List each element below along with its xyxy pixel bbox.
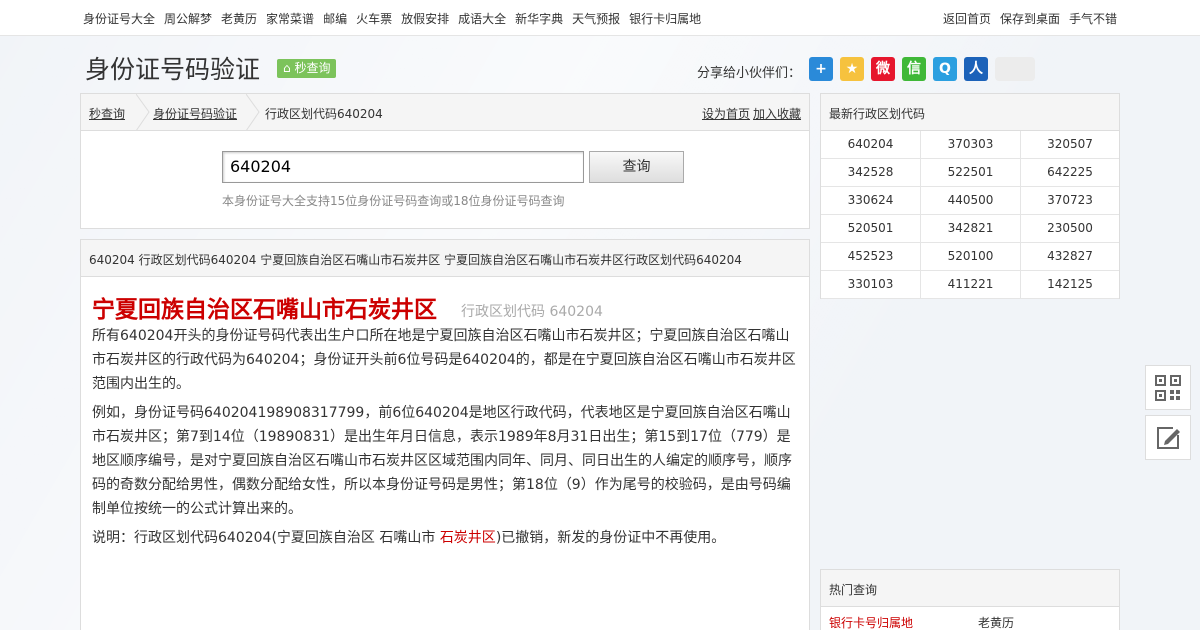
top-bar: 身份证号大全 周公解梦 老黄历 家常菜谱 邮编 火车票 放假安排 成语大全 新华字典 天气预报 银行… [0,0,1200,36]
breadcrumb-home[interactable]: 秒查询 [89,105,125,122]
breadcrumb-separator-icon [246,94,260,131]
feedback-button[interactable] [1145,415,1191,460]
region-code-link[interactable]: 522501 [921,159,1021,187]
top-nav-right-link[interactable]: 返回首页 [943,10,991,27]
top-nav-link[interactable]: 天气预报 [572,10,620,27]
search-button[interactable]: 查询 [589,151,684,183]
breadcrumb-separator-icon [136,94,150,131]
set-homepage-link[interactable]: 设为首页 [702,105,750,122]
qzone-icon[interactable]: ★ [840,57,864,81]
top-nav: 身份证号大全 周公解梦 老黄历 家常菜谱 邮编 火车票 放假安排 成语大全 新华字典 天气预报 银行… [83,10,710,27]
note-paragraph: 说明：行政区划代码640204(宁夏回族自治区 石嘴山市 石炭井区)已撤销，新发… [92,526,802,550]
top-nav-link[interactable]: 邮编 [323,10,347,27]
hot-query-title: 热门查询 [821,570,1119,607]
region-code-link[interactable]: 370723 [1021,187,1119,215]
search-panel: 秒查询 身份证号码验证 行政区划代码640204 设为首页 加入收藏 64020… [80,93,810,229]
add-favorite-link[interactable]: 加入收藏 [753,105,801,122]
top-nav-link[interactable]: 身份证号大全 [83,10,155,27]
edit-icon [1157,427,1180,449]
top-nav-right-link[interactable]: 保存到桌面 [1000,10,1060,27]
add-icon[interactable]: + [809,57,833,81]
region-code-link[interactable]: 411221 [921,271,1021,299]
note-suffix: )已撤销，新发的身份证中不再使用。 [495,530,726,546]
weibo-icon[interactable]: 微 [871,57,895,81]
qrcode-icon [1155,375,1181,401]
region-code-link[interactable]: 520501 [821,215,921,243]
region-code-link[interactable]: 342821 [921,215,1021,243]
top-nav-link[interactable]: 老黄历 [221,10,257,27]
latest-codes-panel: 最新行政区划代码 640204 370303 320507 342528 522501 6… [820,93,1120,299]
share-label: 分享给小伙伴们： [697,66,802,81]
badge-label: 秒查询 [294,61,331,75]
renren-icon[interactable]: 人 [964,57,988,81]
top-nav-link[interactable]: 火车票 [356,10,392,27]
tencent-weibo-icon[interactable]: Q [933,57,957,81]
latest-codes-grid: 640204 370303 320507 342528 522501 642225 3306… [821,131,1119,299]
region-code-subtitle: 行政区划代码 640204 [461,304,603,320]
hot-query-item[interactable]: 银行卡号归属地 [829,614,913,630]
top-nav-link[interactable]: 银行卡归属地 [629,10,701,27]
region-code-link[interactable]: 452523 [821,243,921,271]
region-code-link[interactable]: 520100 [921,243,1021,271]
result-header: 640204 行政区划代码640204 宁夏回族自治区石嘴山市石炭井区 宁夏回族… [81,240,809,277]
hot-query-panel: 热门查询 银行卡号归属地 老黄历 [820,569,1120,630]
search-input[interactable]: 640204 [222,151,584,183]
search-hint: 本身份证号大全支持15位身份证号码查询或18位身份证号码查询 [222,194,565,208]
top-nav-link[interactable]: 放假安排 [401,10,449,27]
breadcrumb-current: 行政区划代码640204 [265,107,383,121]
breadcrumb: 秒查询 身份证号码验证 行政区划代码640204 设为首页 加入收藏 [81,94,809,131]
region-code-link[interactable]: 330624 [821,187,921,215]
miaochaxun-badge[interactable]: ⌂ 秒查询 [277,59,337,78]
latest-codes-title: 最新行政区划代码 [821,94,1119,131]
region-code-link[interactable]: 320507 [1021,131,1119,159]
region-code-link[interactable]: 342528 [821,159,921,187]
example-paragraph: 例如，身份证号码640204198908317799，前6位640204是地区行… [92,405,792,517]
share-icons: + ★ 微信 Q 人 [809,57,1042,81]
region-code-link[interactable]: 440500 [921,187,1021,215]
top-nav-right-link[interactable]: 手气不错 [1069,10,1117,27]
region-link[interactable]: 石炭井区 [440,530,496,546]
description-paragraph: 所有640204开头的身份证号码代表出生户口所在地是宁夏回族自治区石嘴山市石炭井… [92,328,796,392]
breadcrumb-idcard[interactable]: 身份证号码验证 [153,105,237,122]
top-nav-link[interactable]: 周公解梦 [164,10,212,27]
note-prefix: 说明：行政区划代码640204(宁夏回族自治区 石嘴山市 [92,530,440,546]
hot-query-item[interactable]: 老黄历 [978,614,1014,630]
region-code-link[interactable]: 330103 [821,271,921,299]
result-panel: 640204 行政区划代码640204 宁夏回族自治区石嘴山市石炭井区 宁夏回族… [80,239,810,630]
top-nav-link[interactable]: 成语大全 [458,10,506,27]
region-code-link[interactable]: 230500 [1021,215,1119,243]
region-code-link[interactable]: 432827 [1021,243,1119,271]
home-icon: ⌂ [283,61,291,75]
qrcode-button[interactable] [1145,365,1191,410]
region-code-link[interactable]: 642225 [1021,159,1119,187]
share-more-icon[interactable] [995,57,1035,81]
region-code-link[interactable]: 370303 [921,131,1021,159]
page-title: 身份证号码验证 [85,55,261,84]
wechat-icon[interactable]: 信 [902,57,926,81]
region-code-link[interactable]: 640204 [821,131,921,159]
region-code-link[interactable]: 142125 [1021,271,1119,299]
top-nav-link[interactable]: 家常菜谱 [266,10,314,27]
region-title: 宁夏回族自治区石嘴山市石炭井区 [92,297,437,323]
top-nav-link[interactable]: 新华字典 [515,10,563,27]
top-nav-right: 返回首页 保存到桌面 手气不错 [934,10,1117,27]
